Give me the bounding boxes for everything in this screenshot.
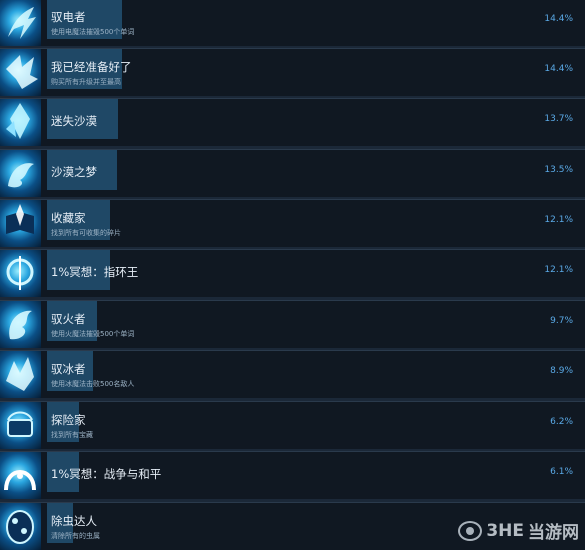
achievement-row[interactable]: 迷失沙漠 13.7% [0, 98, 585, 146]
watermark-logo-text: 3HE [486, 520, 524, 541]
bug-egg-icon [0, 503, 41, 550]
fire-dragon-icon [0, 301, 41, 348]
achievement-name: 1%冥想：指环王 [51, 265, 139, 279]
watermark-logo-icon [458, 520, 483, 541]
achievement-description: 使用火魔法摧毁500个单词 [51, 330, 135, 338]
achievement-description: 使用冰魔法击败500名敌人 [51, 380, 135, 388]
achievement-name: 探险家 [51, 413, 86, 427]
achievement-name: 除虫达人 [51, 514, 97, 528]
open-book-icon [0, 200, 41, 247]
treasure-chest-icon [0, 402, 41, 449]
unlock-percent: 13.7% [544, 114, 573, 124]
achievement-name: 驭冰者 [51, 362, 86, 376]
watermark-text: 当游网 [528, 523, 579, 543]
achievement-row[interactable]: 探险家找到所有宝藏 6.2% [0, 401, 585, 449]
achievement-description: 清除所有的虫属 [51, 532, 100, 540]
achievement-row[interactable]: 沙漠之梦 13.5% [0, 149, 585, 197]
achievement-description: 找到所有宝藏 [51, 431, 93, 439]
winged-creature-icon [0, 49, 41, 96]
achievement-row[interactable]: 驭冰者使用冰魔法击败500名敌人 8.9% [0, 350, 585, 398]
unlock-percent: 14.4% [544, 64, 573, 74]
ring-sigil-icon [0, 250, 41, 297]
achievement-description: 使用电魔法摧毁500个单词 [51, 28, 135, 36]
achievement-row[interactable]: 我已经准备好了购买所有升级并至最高 14.4% [0, 48, 585, 96]
unlock-percent: 9.7% [550, 316, 573, 326]
watermark: 3HE 当游网 [458, 518, 579, 543]
achievement-name: 驭电者 [51, 10, 86, 24]
achievement-row[interactable]: 1%冥想：指环王 12.1% [0, 249, 585, 297]
sand-crystal-icon [0, 99, 41, 146]
achievement-name: 我已经准备好了 [51, 60, 132, 74]
unlock-percent: 13.5% [544, 165, 573, 175]
achievement-description: 找到所有可收集的碎片 [51, 229, 121, 237]
achievement-row[interactable]: 驭火者使用火魔法摧毁500个单词 9.7% [0, 300, 585, 348]
achievement-row[interactable]: 1%冥想：战争与和平 6.1% [0, 451, 585, 499]
unlock-percent: 8.9% [550, 366, 573, 376]
unlock-percent: 6.1% [550, 467, 573, 477]
achievement-row[interactable]: 收藏家找到所有可收集的碎片 12.1% [0, 199, 585, 247]
achievement-name: 沙漠之梦 [51, 165, 97, 179]
achievement-description: 购买所有升级并至最高 [51, 78, 121, 86]
unlock-percent: 14.4% [544, 14, 573, 24]
achievement-name: 收藏家 [51, 211, 86, 225]
unlock-percent: 12.1% [544, 215, 573, 225]
achievement-name: 迷失沙漠 [51, 114, 97, 128]
achievement-name: 1%冥想：战争与和平 [51, 467, 162, 481]
achievement-row[interactable]: 驭电者使用电魔法摧毁500个单词 14.4% [0, 0, 585, 46]
arch-portal-icon [0, 452, 41, 499]
unlock-percent: 12.1% [544, 265, 573, 275]
ice-dragon-icon [0, 351, 41, 398]
unlock-percent: 6.2% [550, 417, 573, 427]
lightning-dragon-icon [0, 0, 41, 46]
achievement-name: 驭火者 [51, 312, 86, 326]
dream-beast-icon [0, 150, 41, 197]
